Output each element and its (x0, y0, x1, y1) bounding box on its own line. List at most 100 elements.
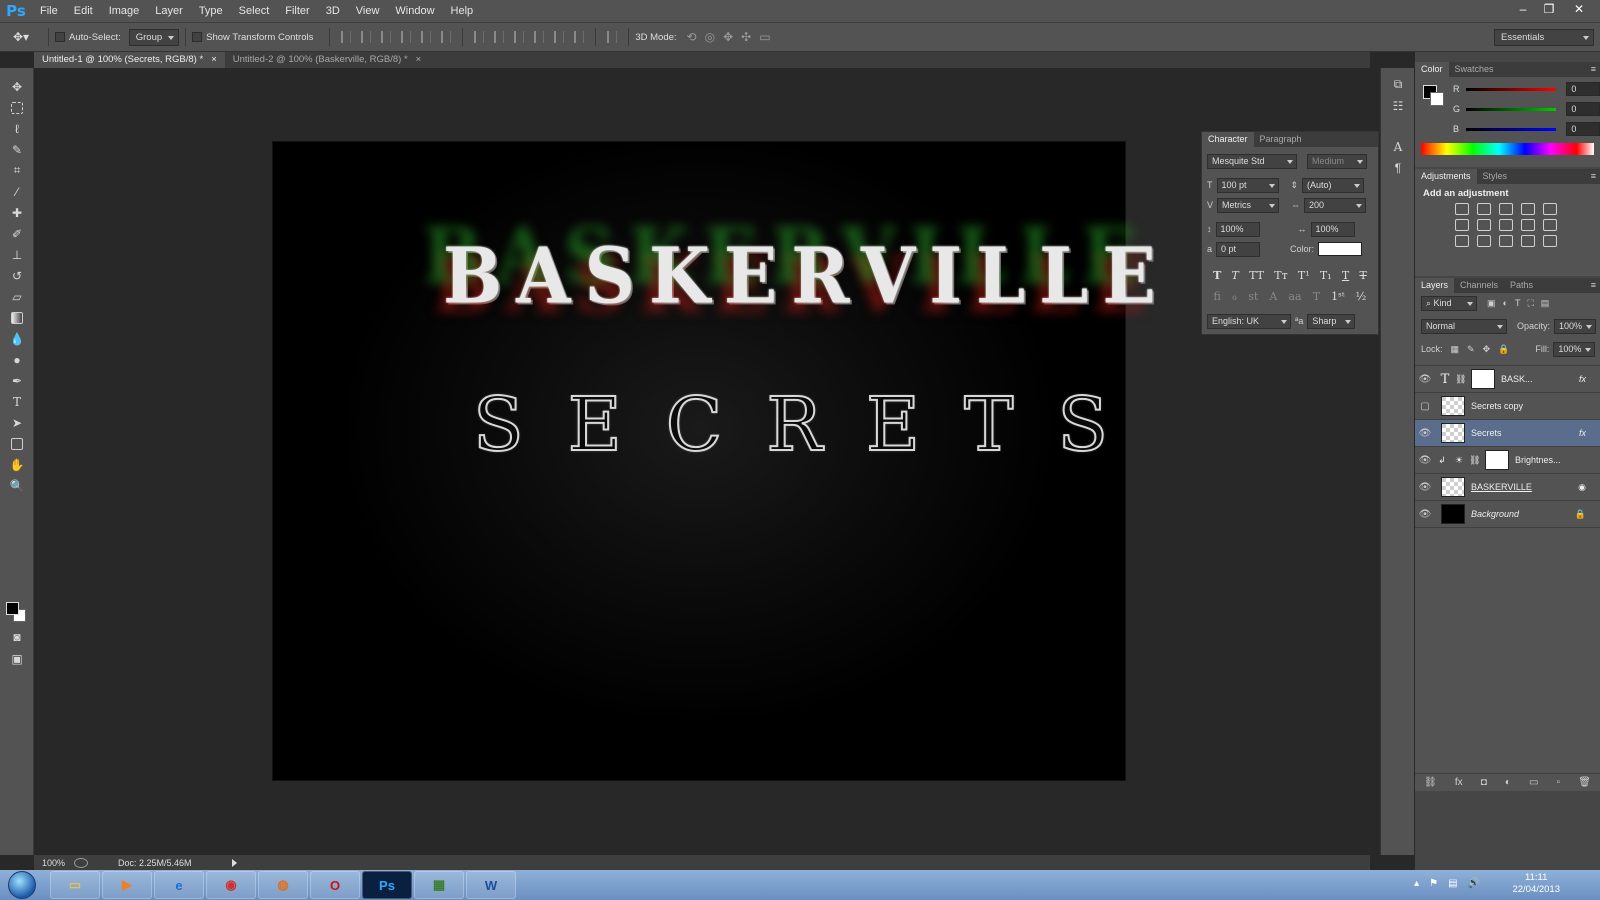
ligatures-icon[interactable]: fi (1214, 290, 1221, 303)
ordinal-first-icon[interactable]: 1ˢᵗ (1331, 290, 1344, 303)
strikethrough-icon[interactable]: T (1359, 269, 1366, 282)
blue-value-field[interactable]: 0 (1566, 122, 1600, 136)
align-top-icon[interactable] (341, 31, 352, 43)
gradient-tool-icon[interactable] (0, 307, 34, 328)
crop-tool-icon[interactable]: ⌗ (0, 160, 34, 181)
layer-mask-thumbnail[interactable] (1471, 369, 1495, 389)
kerning-field[interactable]: Metrics (1217, 197, 1280, 213)
ordinals-icon[interactable]: T (1313, 290, 1320, 303)
brightness-contrast-icon[interactable] (1455, 203, 1469, 215)
lock-transparent-icon[interactable]: ▦ (1451, 344, 1460, 355)
auto-select-checkbox[interactable]: Auto-Select: (55, 32, 121, 43)
lasso-tool-icon[interactable]: ℓ (0, 118, 34, 139)
posterize-icon[interactable] (1477, 235, 1491, 247)
zoom-level[interactable]: 100% (34, 858, 74, 868)
minimize-button[interactable]: – (1510, 0, 1536, 18)
chrome-taskbar-icon[interactable]: ◉ (206, 871, 256, 899)
shape-tool-icon[interactable] (0, 433, 34, 454)
font-style-select[interactable]: Medium (1307, 153, 1367, 169)
3d-scale-icon[interactable]: ▭ (759, 30, 770, 44)
panel-menu-icon[interactable]: ≡ (1591, 278, 1600, 293)
gradient-map-icon[interactable] (1543, 235, 1557, 247)
align-bottom-icon[interactable] (381, 31, 392, 43)
all-caps-icon[interactable]: TT (1249, 269, 1264, 282)
fill-field[interactable]: 100% (1553, 341, 1596, 357)
filter-pixel-icon[interactable]: ▣ (1487, 298, 1496, 309)
blue-slider-track[interactable] (1465, 127, 1557, 131)
layer-mask-thumbnail[interactable] (1485, 450, 1509, 470)
menu-layer[interactable]: Layer (147, 0, 191, 22)
word-taskbar-icon[interactable]: W (466, 871, 516, 899)
font-size-field[interactable]: 100 pt (1216, 177, 1279, 193)
status-menu-arrow-icon[interactable] (231, 858, 237, 867)
quick-mask-icon[interactable]: ◙ (0, 626, 34, 647)
small-caps-icon[interactable]: Tт (1274, 269, 1287, 282)
align-left-icon[interactable] (401, 31, 412, 43)
document-canvas[interactable]: BASKERVILLE SECRETS (272, 141, 1156, 781)
smart-object-thumbnail[interactable] (1441, 477, 1465, 497)
discretionary-ligatures-icon[interactable]: ℴ (1232, 290, 1237, 303)
visibility-eye-icon[interactable]: ▢ (1415, 401, 1435, 412)
tab-close-icon[interactable]: × (211, 52, 217, 68)
bg-color-swatch[interactable] (1430, 92, 1444, 106)
layer-thumbnail[interactable] (1441, 504, 1465, 524)
menu-help[interactable]: Help (443, 0, 482, 22)
baseline-shift-field[interactable]: 0 pt (1216, 241, 1261, 257)
dodge-tool-icon[interactable]: ● (0, 349, 34, 370)
red-value-field[interactable]: 0 (1566, 82, 1600, 96)
new-layer-icon[interactable]: ▫ (1557, 777, 1561, 788)
blur-tool-icon[interactable]: 💧 (0, 328, 34, 349)
visibility-eye-icon[interactable]: 👁 (1415, 509, 1435, 520)
tab-adjustments[interactable]: Adjustments (1415, 169, 1477, 184)
green-slider-track[interactable] (1465, 107, 1557, 111)
filter-type-icon[interactable]: T (1515, 298, 1521, 309)
layer-row[interactable]: 👁 ↲ ☀ ⛓ Brightnes... (1415, 447, 1600, 474)
move-tool-icon[interactable]: ✥ (0, 76, 34, 97)
tab-styles[interactable]: Styles (1477, 169, 1514, 184)
start-button[interactable] (8, 871, 36, 899)
align-hcenter-icon[interactable] (421, 31, 432, 43)
tray-flag-icon[interactable]: ⚑ (1429, 878, 1438, 889)
exposure-icon[interactable] (1521, 203, 1535, 215)
visibility-eye-icon[interactable]: 👁 (1415, 482, 1435, 493)
link-layers-icon[interactable]: ⛓ (1424, 777, 1437, 788)
menu-3d[interactable]: 3D (318, 0, 348, 22)
color-spectrum[interactable] (1421, 143, 1594, 155)
3d-rotate-icon[interactable]: ⟲ (687, 30, 697, 44)
layer-name[interactable]: BASKERVILLE (1471, 482, 1532, 492)
subscript-icon[interactable]: T₁ (1320, 269, 1332, 282)
new-group-icon[interactable]: ▭ (1529, 777, 1538, 788)
healing-brush-tool-icon[interactable]: ✚ (0, 202, 34, 223)
new-adjustment-icon[interactable]: ◐ (1505, 777, 1511, 788)
channel-mixer-icon[interactable] (1543, 219, 1557, 231)
pen-tool-icon[interactable]: ✒ (0, 370, 34, 391)
paragraph-panel-icon[interactable]: ¶ (1381, 157, 1415, 178)
menu-file[interactable]: File (32, 0, 66, 22)
move-tool-preset-icon[interactable]: ✥▾ (0, 30, 42, 44)
auto-align-icon[interactable] (607, 31, 618, 43)
threshold-icon[interactable] (1499, 235, 1513, 247)
align-vcenter-icon[interactable] (361, 31, 372, 43)
distribute-hcenter-icon[interactable] (554, 31, 565, 43)
superscript-icon[interactable]: T¹ (1298, 269, 1310, 282)
text-color-swatch[interactable] (1318, 242, 1363, 256)
tab-channels[interactable]: Channels (1454, 278, 1504, 293)
filter-adjustment-icon[interactable]: ◐ (1503, 298, 1508, 309)
faux-italic-icon[interactable]: T (1232, 269, 1239, 282)
layer-name[interactable]: Brightnes... (1515, 455, 1561, 465)
layer-row[interactable]: ▢ Secrets copy (1415, 393, 1600, 420)
character-panel-icon[interactable]: A (1381, 136, 1415, 157)
menu-window[interactable]: Window (387, 0, 442, 22)
stylistic-alternates-icon[interactable]: A (1269, 290, 1277, 303)
levels-icon[interactable] (1477, 203, 1491, 215)
blend-mode-select[interactable]: Normal (1421, 318, 1507, 334)
distribute-right-icon[interactable] (574, 31, 585, 43)
tab-untitled-1[interactable]: Untitled-1 @ 100% (Secrets, RGB/8) * × (34, 52, 225, 68)
tab-layers[interactable]: Layers (1415, 278, 1455, 293)
fractions-icon[interactable]: ½ (1356, 290, 1367, 303)
faux-bold-icon[interactable]: T (1213, 269, 1221, 282)
leading-field[interactable]: (Auto) (1302, 177, 1365, 193)
layer-row[interactable]: 👁 BASKERVILLE ◉ (1415, 474, 1600, 501)
color-balance-icon[interactable] (1477, 219, 1491, 231)
align-right-icon[interactable] (441, 31, 452, 43)
